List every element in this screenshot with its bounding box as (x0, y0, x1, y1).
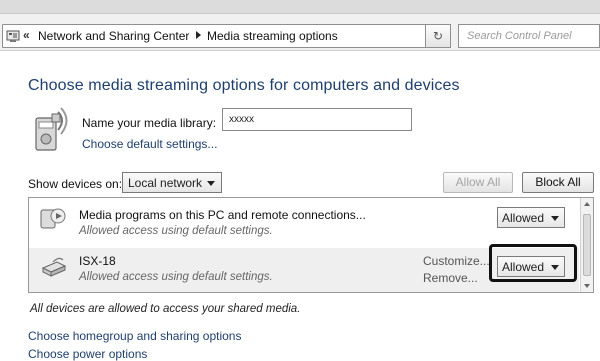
access-select[interactable]: Allowed (497, 207, 565, 228)
refresh-button[interactable]: ↻ (425, 24, 451, 48)
power-options-link[interactable]: Choose power options (28, 347, 147, 361)
device-name: ISX-18 (79, 254, 116, 268)
device-list[interactable]: Media programs on this PC and remote con… (28, 197, 594, 293)
overflow-chevron-icon[interactable]: « (23, 28, 30, 42)
scroll-thumb[interactable] (583, 214, 591, 276)
library-name-label: Name your media library: (82, 116, 217, 130)
search-placeholder: Search Control Panel (467, 30, 572, 42)
breadcrumb-media-streaming-options[interactable]: Media streaming options (207, 29, 338, 43)
control-panel-icon (6, 30, 20, 42)
show-devices-label: Show devices on: (28, 177, 123, 191)
media-library-icon (35, 107, 68, 151)
chevron-down-icon (551, 216, 559, 221)
media-player-icon (40, 208, 66, 229)
device-status: Allowed access using default settings. (79, 271, 273, 283)
device-row[interactable]: Media programs on this PC and remote con… (29, 198, 579, 246)
block-all-button[interactable]: Block All (522, 172, 594, 193)
device-name: Media programs on this PC and remote con… (79, 208, 366, 222)
page-title: Choose media streaming options for compu… (28, 77, 460, 94)
scroll-down-icon[interactable] (584, 284, 590, 288)
network-select[interactable]: Local network (122, 172, 222, 193)
breadcrumb-network-sharing-center[interactable]: Network and Sharing Center (38, 29, 189, 43)
sharing-status-text: All devices are allowed to access your s… (30, 303, 301, 315)
access-select-value: Allowed (502, 211, 545, 225)
address-bar[interactable]: « Network and Sharing Center Media strea… (2, 24, 446, 48)
customize-link[interactable]: Customize... (423, 254, 490, 268)
device-status: Allowed access using default settings. (79, 225, 273, 237)
receiver-device-icon (41, 257, 67, 277)
library-name-input[interactable]: xxxxx (222, 108, 412, 131)
window-top-edge (0, 0, 600, 14)
list-scrollbar[interactable] (580, 198, 593, 292)
remove-link[interactable]: Remove... (423, 271, 478, 285)
choose-default-settings-link[interactable]: Choose default settings... (82, 137, 217, 151)
network-select-value: Local network (128, 176, 203, 190)
homegroup-sharing-link[interactable]: Choose homegroup and sharing options (28, 329, 241, 343)
chevron-down-icon (207, 181, 215, 186)
allow-all-button[interactable]: Allow All (443, 172, 513, 193)
scroll-up-icon[interactable] (584, 202, 590, 206)
breadcrumb-arrow-icon[interactable] (196, 31, 201, 39)
callout-highlight-box (489, 244, 577, 282)
search-input[interactable]: Search Control Panel (458, 24, 600, 48)
